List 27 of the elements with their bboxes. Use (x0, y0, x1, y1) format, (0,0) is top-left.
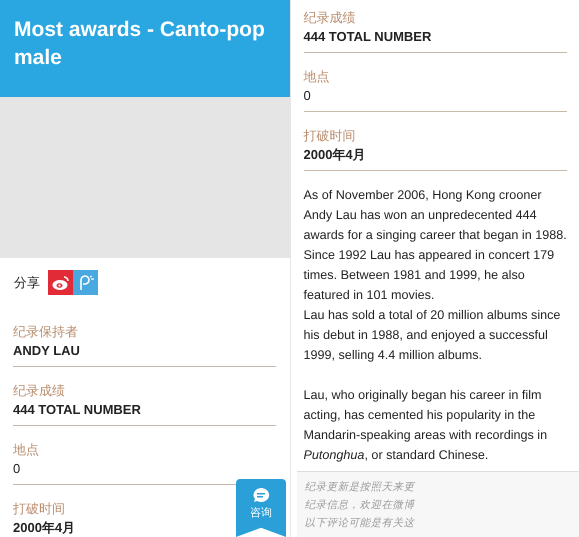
record-title: Most awards - Canto-pop male (14, 17, 266, 71)
field-label: 地点 (304, 68, 330, 86)
field-value: 0 (13, 460, 20, 478)
field-label: 打破时间 (304, 127, 356, 145)
description-paragraph: Lau, who originally began his career in film acting, has cemented his popularity in the Mandarin-speaking areas with recordings in Putonghua, or standard Chinese. (304, 387, 548, 464)
note-text: 以下评论可能是有关这 (304, 516, 416, 531)
note-text: 纪录信息，欢迎在微博 (304, 498, 416, 513)
consult-button[interactable]: 咨询 (236, 479, 286, 537)
friends-share-button[interactable] (73, 270, 98, 295)
description-paragraph: Lau has sold a total of 20 million albums since his debut in 1988, and enjoyed a successful 1999, selling 4.4 million albums. (304, 307, 562, 364)
description-paragraph: As of November 2006, Hong Kong crooner Andy Lau has won an unpredecented 444 awards for a singing career that began in 1988. Since 1992 Lau has appeared in concert 179 times. Between 1981 and 1999, he also featured in 101 movies. (304, 187, 568, 304)
field-label: 纪录保持者 (13, 323, 78, 341)
field-value: 0 (304, 87, 311, 105)
field-value: 2000年4月 (13, 519, 76, 537)
share-label: 分享 (14, 274, 40, 292)
note-text: 纪录更新是按照天来更 (304, 480, 416, 495)
field-label: 打破时间 (13, 500, 65, 518)
field-label: 地点 (13, 441, 39, 459)
field-value: ANDY LAU (13, 342, 80, 360)
field-value: 2000年4月 (304, 146, 366, 164)
weibo-share-button[interactable] (48, 270, 73, 295)
field-label: 纪录成绩 (13, 382, 65, 400)
field-value: 444 TOTAL NUMBER (13, 401, 141, 419)
field-label: 纪录成绩 (304, 9, 356, 27)
eye-logo-icon (52, 274, 70, 290)
chat-bubble-icon (252, 487, 270, 503)
field-value: 444 TOTAL NUMBER (304, 28, 432, 46)
